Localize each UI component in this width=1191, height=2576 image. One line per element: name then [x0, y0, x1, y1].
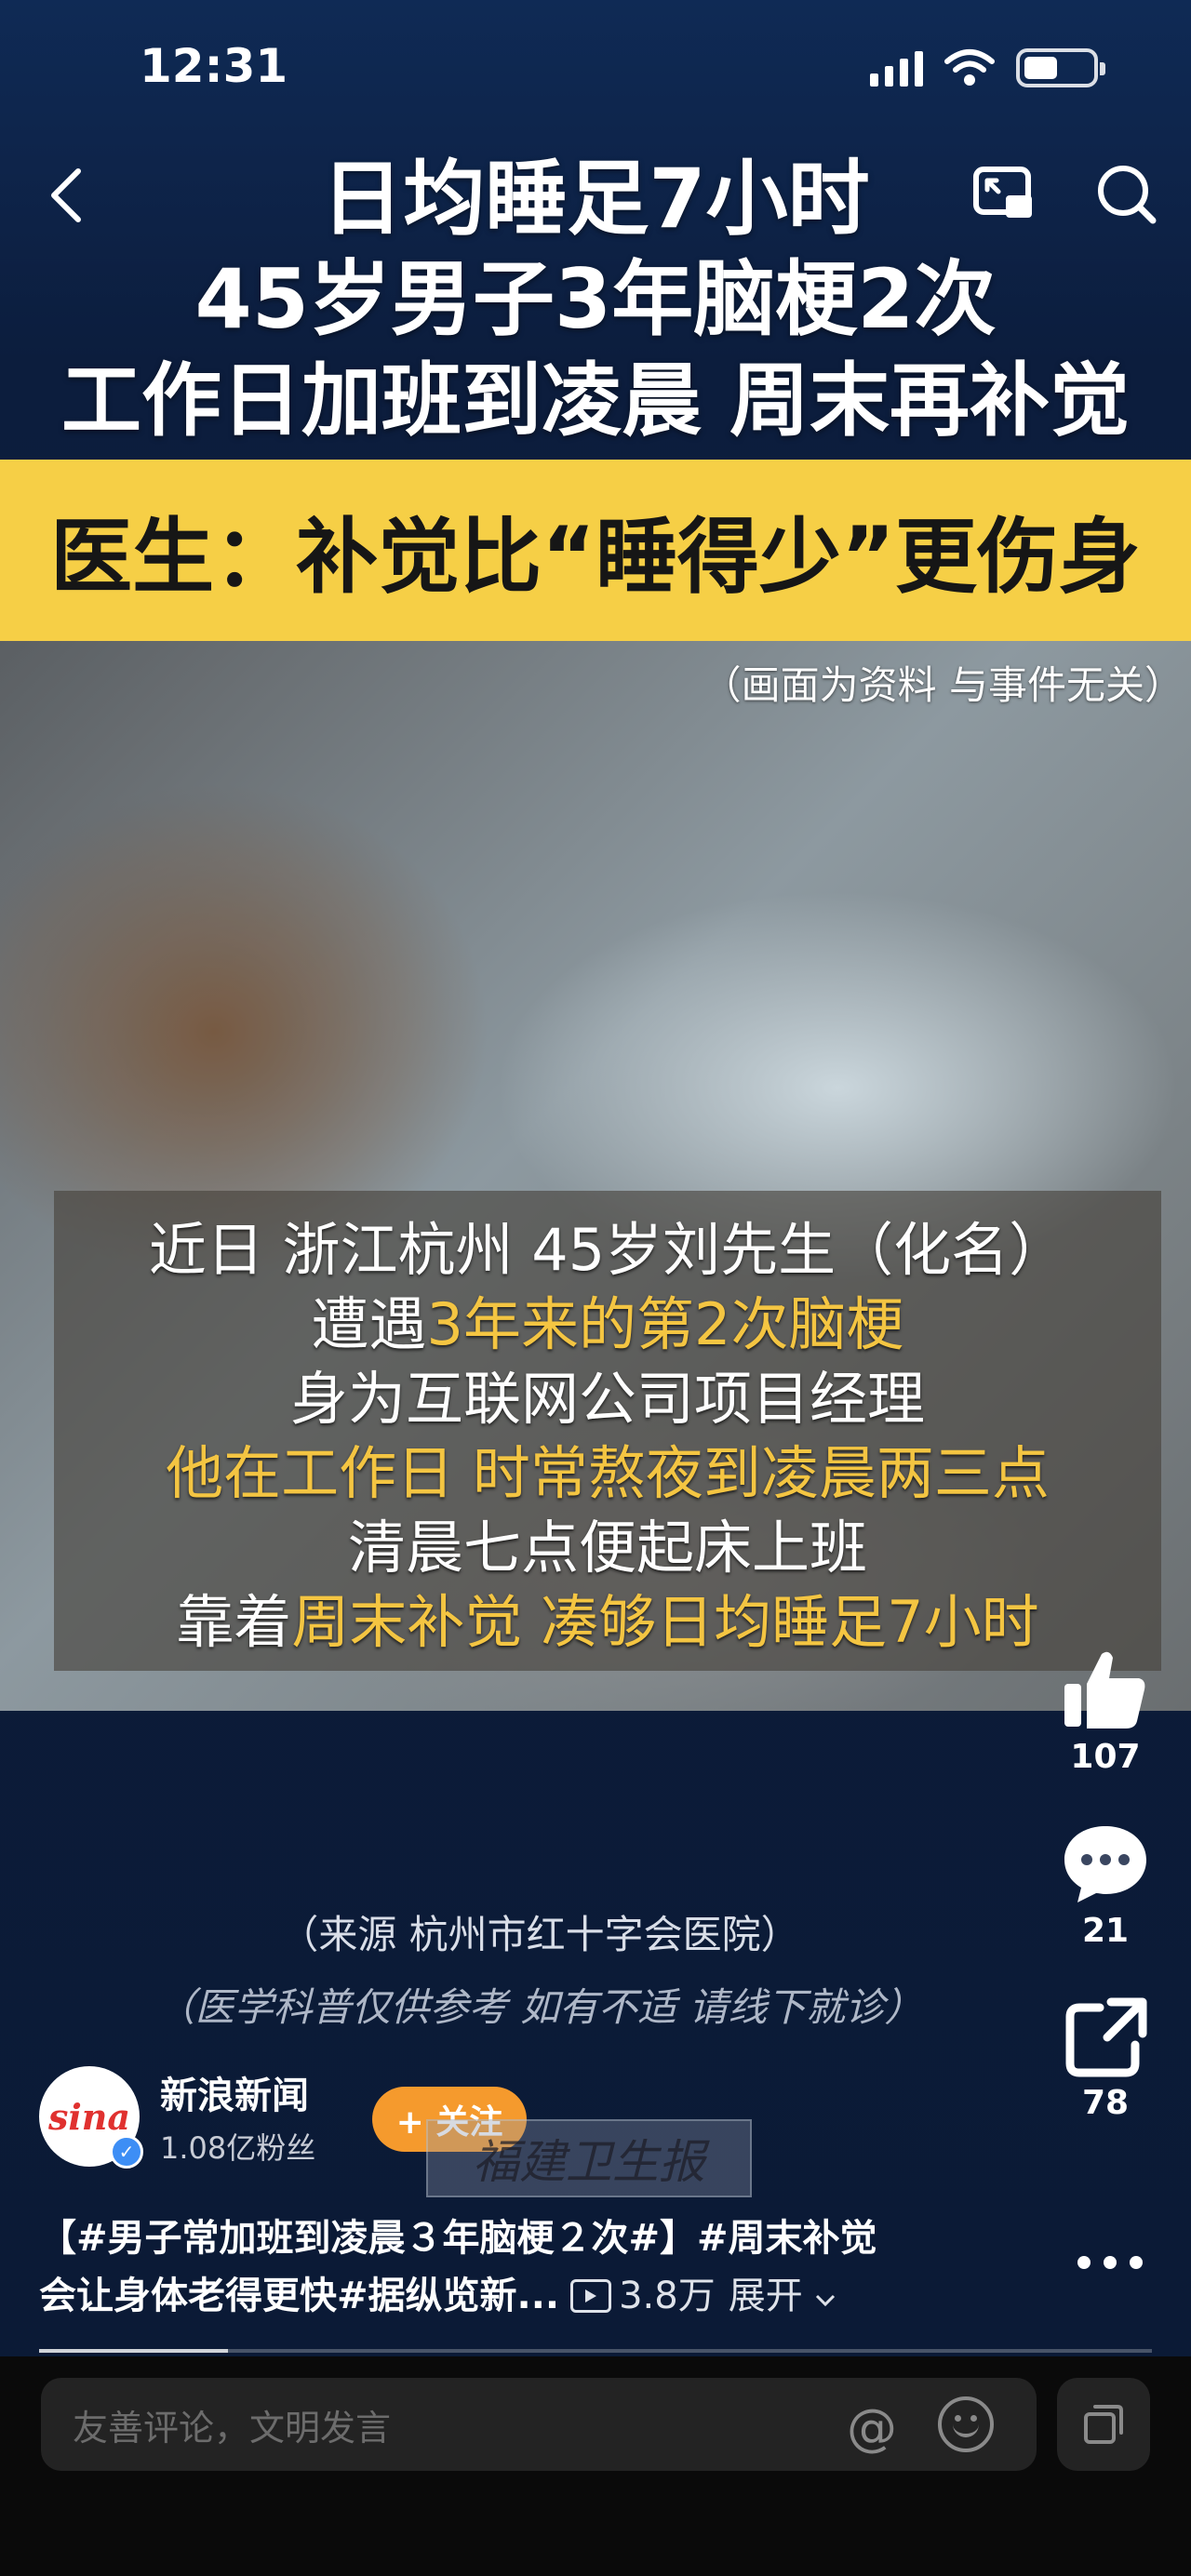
description-line-1: 【#男子常加班到凌晨３年脑梗２次#】#周末补觉	[39, 2217, 877, 2260]
medical-disclaimer: （医学科普仅供参考 如有不适 请线下就诊）	[155, 1984, 924, 2030]
video-description[interactable]: 【#男子常加班到凌晨３年脑梗２次#】#周末补觉 会让身体老得更快#据纵览新...…	[39, 2209, 970, 2325]
video-progress-bar[interactable]	[39, 2349, 1152, 2353]
picture-in-picture-icon	[973, 167, 1032, 218]
fullscreen-icon	[1084, 2405, 1123, 2444]
description-line-2: 会让身体老得更快#据纵览新... 3.8万 展开	[39, 2267, 970, 2325]
caption-line-5: 清晨七点便起床上班	[347, 1514, 867, 1582]
expand-button[interactable]: 展开	[729, 2267, 837, 2325]
caption-line-4: 他在工作日 时常熬夜到凌晨两三点	[54, 1436, 1161, 1511]
back-button[interactable]	[28, 158, 102, 233]
status-time: 12:31	[140, 39, 288, 93]
comment-bubble-icon	[1064, 1826, 1146, 1902]
share-button[interactable]: 78	[1040, 1995, 1171, 2122]
verified-badge-icon: ✓	[110, 2135, 143, 2169]
share-count: 78	[1081, 2084, 1130, 2122]
caption-line-6-highlight: 周末补觉 凑够日均睡足7小时	[291, 1588, 1039, 1656]
like-count: 107	[1070, 1738, 1141, 1776]
more-dot-icon	[1077, 2256, 1091, 2269]
headline-line-2: 45岁男子3年脑梗2次	[194, 251, 997, 347]
video-caption: 近日 浙江杭州 45岁刘先生（化名） 遭遇3年来的第2次脑梗 身为互联网公司项目…	[54, 1191, 1161, 1671]
emoji-icon[interactable]	[938, 2396, 994, 2452]
caption-line-2-white: 遭遇	[311, 1290, 427, 1358]
video-disclaimer-note: （画面为资料 与事件无关）	[702, 662, 1184, 708]
thumbs-up-icon	[1064, 1651, 1145, 1728]
fullscreen-button[interactable]	[1057, 2378, 1150, 2471]
caption-line-6-white: 靠着	[176, 1588, 292, 1656]
description-line-2-text: 会让身体老得更快#据纵览新...	[39, 2275, 560, 2317]
author-fans-count: 1.08亿粉丝	[160, 2130, 316, 2166]
author-name[interactable]: 新浪新闻	[160, 2065, 315, 2119]
video-screen: 12:31 （画面为资料 与事件无关） 日均睡足7小时 45岁男子3年脑梗2次 …	[0, 0, 1191, 2576]
search-icon	[1098, 166, 1157, 224]
action-column: 107 21 78	[1040, 1647, 1171, 2167]
comment-placeholder: 友善评论，文明发言	[73, 2407, 392, 2449]
share-icon	[1065, 1997, 1147, 2077]
headline-line-3: 工作日加班到凌晨 周末再补觉	[61, 354, 1130, 447]
like-button[interactable]: 107	[1040, 1647, 1171, 1776]
sina-logo: sina	[47, 2095, 131, 2138]
view-count-value: 3.8万	[619, 2275, 716, 2317]
more-options-button[interactable]	[1077, 2256, 1143, 2269]
author-info[interactable]: sina ✓ 新浪新闻 1.08亿粉丝	[39, 2065, 316, 2169]
status-icons	[870, 48, 1105, 87]
watermark-logo: 福建卫生报	[426, 2119, 752, 2197]
cellular-signal-icon	[870, 49, 923, 87]
caption-line-1: 近日 浙江杭州 45岁刘先生（化名）	[148, 1216, 1067, 1284]
video-source: （来源 杭州市红十字会医院）	[279, 1912, 800, 1957]
wifi-icon	[944, 49, 995, 86]
play-icon	[570, 2279, 612, 2313]
more-dot-icon	[1130, 2256, 1143, 2269]
comment-button[interactable]: 21	[1040, 1821, 1171, 1950]
search-button[interactable]	[1089, 156, 1163, 231]
view-count: 3.8万	[570, 2267, 716, 2325]
picture-in-picture-button[interactable]	[968, 156, 1042, 231]
caption-line-2: 遭遇3年来的第2次脑梗	[54, 1288, 1161, 1362]
caption-line-4-highlight: 他在工作日 时常熬夜到凌晨两三点	[166, 1439, 1050, 1507]
mention-at-icon[interactable]: @	[847, 2398, 897, 2457]
chevron-down-icon	[816, 2294, 836, 2307]
chevron-left-icon	[51, 168, 81, 222]
battery-icon	[1016, 48, 1105, 87]
caption-line-2-highlight: 3年来的第2次脑梗	[426, 1290, 904, 1358]
more-dot-icon	[1104, 2256, 1117, 2269]
status-bar: 12:31	[0, 0, 1191, 140]
caption-line-3: 身为互联网公司项目经理	[289, 1365, 925, 1433]
video-banner: 医生：补觉比“睡得少”更伤身	[0, 460, 1191, 641]
video-progress-fill	[39, 2349, 229, 2353]
avatar[interactable]: sina ✓	[39, 2066, 143, 2169]
comment-input[interactable]: 友善评论，文明发言 @	[41, 2378, 1037, 2471]
caption-line-6: 靠着周末补觉 凑够日均睡足7小时	[54, 1585, 1161, 1660]
expand-label: 展开	[728, 2275, 803, 2317]
top-right-actions	[968, 156, 1163, 231]
comment-count: 21	[1081, 1912, 1130, 1950]
